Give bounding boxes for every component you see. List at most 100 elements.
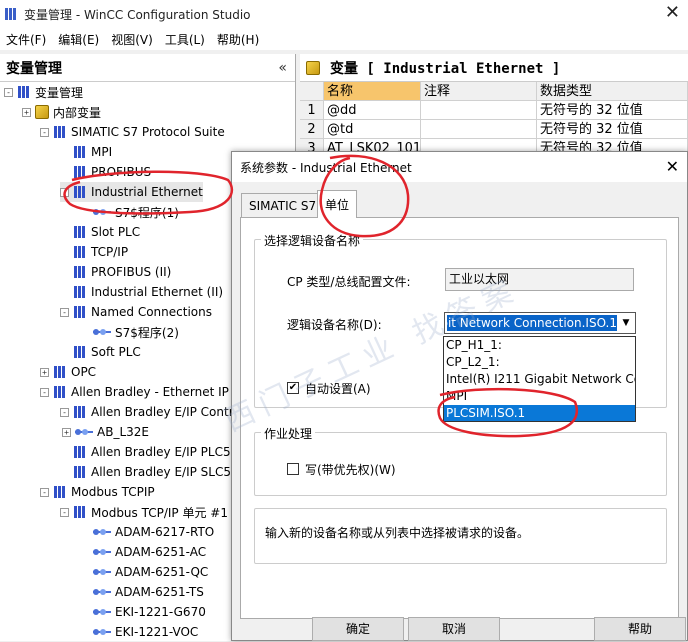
tree-item[interactable]: - Allen Bradley - Ethernet IP: [40, 382, 229, 402]
tree-item[interactable]: Allen Bradley E/IP SLC50x: [60, 462, 246, 482]
connection-icon: [93, 626, 111, 638]
tree-item-label: Modbus TCP/IP 单元 #1: [91, 505, 228, 520]
tab-unit[interactable]: 单位: [317, 190, 358, 218]
menu-tools[interactable]: 工具(L): [159, 31, 211, 48]
cp-type-label: CP 类型/总线配置文件:: [287, 275, 411, 289]
tree-item[interactable]: PROFIBUS: [60, 162, 151, 182]
dialog-titlebar: 系统参数 - Industrial Ethernet ✕: [232, 152, 687, 182]
dropdown-option[interactable]: CP_L2_1:: [444, 354, 635, 371]
window-title: 变量管理 - WinCC Configuration Studio: [24, 7, 251, 22]
tree-item[interactable]: EKI-1221-G670: [80, 602, 206, 622]
dropdown-option[interactable]: Intel(R) I211 Gigabit Network Connection…: [444, 371, 635, 388]
expand-icon[interactable]: +: [40, 367, 49, 377]
table-corner-cell[interactable]: [300, 82, 324, 101]
dropdown-option[interactable]: CP_H1_1:: [444, 337, 635, 354]
tree-item[interactable]: MPI: [60, 142, 112, 162]
expand-icon[interactable]: +: [22, 107, 31, 117]
channel-unit-icon: [73, 345, 87, 359]
tree-item-label: ADAM-6217-RTO: [115, 525, 215, 539]
tree-item[interactable]: + 内部变量: [22, 102, 101, 122]
channel-unit-icon: [73, 405, 87, 419]
collapse-panel-icon[interactable]: «: [278, 60, 287, 76]
driver-icon: [53, 365, 67, 379]
cancel-button[interactable]: 取消: [408, 617, 500, 641]
tree-item[interactable]: S7$程序(1): [80, 202, 179, 222]
menu-help[interactable]: 帮助(H): [211, 31, 265, 48]
menu-file[interactable]: 文件(F): [0, 31, 52, 48]
write-priority-checkbox[interactable]: [287, 463, 299, 475]
menu-edit[interactable]: 编辑(E): [52, 31, 105, 48]
connection-icon: [93, 586, 111, 598]
table-cell[interactable]: 无符号的 32 位值: [537, 101, 688, 120]
collapse-icon[interactable]: -: [60, 187, 69, 197]
table-cell[interactable]: [421, 120, 537, 139]
tree-item-label: EKI-1221-VOC: [115, 625, 199, 639]
tree-item[interactable]: - Modbus TCP/IP 单元 #1: [60, 502, 228, 522]
driver-icon: [53, 485, 67, 499]
tree-item[interactable]: - Industrial Ethernet: [60, 182, 203, 202]
chevron-down-icon[interactable]: ▼: [618, 314, 634, 332]
dialog-close-icon[interactable]: ✕: [666, 157, 679, 176]
table-cell[interactable]: @td: [324, 120, 421, 139]
tree-item-label: ADAM-6251-AC: [115, 545, 207, 559]
tree-item-label: 内部变量: [53, 105, 102, 120]
collapse-icon[interactable]: -: [60, 507, 69, 517]
variable-table-header: 变量 [ Industrial Ethernet ]: [300, 54, 688, 82]
tree-item[interactable]: Slot PLC: [60, 222, 140, 242]
tree-item[interactable]: Allen Bradley E/IP PLC5: [60, 442, 231, 462]
driver-icon: [53, 385, 67, 399]
ok-button[interactable]: 确定: [312, 617, 404, 641]
tree-item[interactable]: - Named Connections: [60, 302, 212, 322]
tree-item[interactable]: ADAM-6251-TS: [80, 582, 204, 602]
tree-item[interactable]: - 变量管理: [4, 82, 83, 102]
table-row-number[interactable]: 2: [300, 120, 324, 139]
channel-unit-icon: [73, 445, 87, 459]
tree-item[interactable]: ADAM-6251-AC: [80, 542, 206, 562]
tree-item[interactable]: Soft PLC: [60, 342, 141, 362]
tree-item[interactable]: EKI-1221-VOC: [80, 622, 198, 642]
tree-item-label: Industrial Ethernet: [91, 185, 203, 199]
table-cell[interactable]: @dd: [324, 101, 421, 120]
channel-unit-icon: [73, 245, 87, 259]
expand-icon[interactable]: +: [62, 427, 71, 437]
dropdown-option[interactable]: MPI: [444, 388, 635, 405]
tree-item[interactable]: - Modbus TCPIP: [40, 482, 155, 502]
table-row-number[interactable]: 1: [300, 101, 324, 120]
table-cell[interactable]: 无符号的 32 位值: [537, 120, 688, 139]
tree-item[interactable]: + AB_L32E: [62, 422, 149, 442]
tree-item[interactable]: Industrial Ethernet (II): [60, 282, 223, 302]
variable-table-title: 变量 [ Industrial Ethernet ]: [330, 60, 561, 77]
job-processing-group-legend: 作业处理: [261, 425, 316, 442]
tree-item[interactable]: + OPC: [40, 362, 96, 382]
help-button[interactable]: 帮助: [594, 617, 686, 641]
column-header-datatype[interactable]: 数据类型: [537, 82, 688, 101]
tree-item[interactable]: S7$程序(2): [80, 322, 179, 342]
tree-item[interactable]: PROFIBUS (II): [60, 262, 171, 282]
tree-item[interactable]: ADAM-6251-QC: [80, 562, 208, 582]
dropdown-option[interactable]: PLCSIM.ISO.1: [444, 405, 635, 421]
tree-item[interactable]: TCP/IP: [60, 242, 128, 262]
window-close-icon[interactable]: ✕: [665, 4, 680, 22]
table-cell[interactable]: [421, 101, 537, 120]
connection-icon: [93, 546, 111, 558]
tree-item-label: Allen Bradley E/IP PLC5: [91, 445, 231, 459]
tree-item[interactable]: - SIMATIC S7 Protocol Suite: [40, 122, 225, 142]
collapse-icon[interactable]: -: [60, 407, 69, 417]
menu-view[interactable]: 视图(V): [105, 31, 159, 48]
variable-cube-icon: [306, 60, 320, 75]
column-header-comment[interactable]: 注释: [421, 82, 537, 101]
tree-item-label: Industrial Ethernet (II): [91, 285, 224, 299]
tree-item-label: Allen Bradley E/IP SLC50x: [91, 465, 246, 479]
tab-simatic-s7[interactable]: SIMATIC S7: [241, 193, 325, 217]
tree-item[interactable]: ADAM-6217-RTO: [80, 522, 214, 542]
collapse-icon[interactable]: -: [60, 307, 69, 317]
tree-item-label: SIMATIC S7 Protocol Suite: [71, 125, 225, 139]
connection-icon: [93, 206, 111, 218]
collapse-icon[interactable]: -: [40, 387, 49, 397]
collapse-icon[interactable]: -: [4, 87, 13, 97]
collapse-icon[interactable]: -: [40, 127, 49, 137]
collapse-icon[interactable]: -: [40, 487, 49, 497]
column-header-name[interactable]: 名称: [324, 82, 421, 101]
connection-icon: [93, 606, 111, 618]
channel-unit-icon: [73, 265, 87, 279]
